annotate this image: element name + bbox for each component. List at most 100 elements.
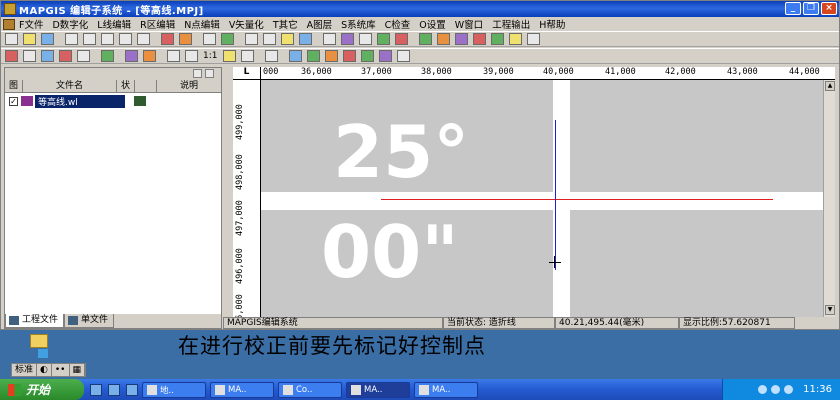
file-row[interactable]: ✓ 等高线.wl — [5, 94, 221, 108]
region-icon[interactable] — [509, 33, 522, 45]
menu-check[interactable]: C检查 — [385, 17, 411, 31]
ime-tray-icon[interactable] — [784, 385, 794, 394]
app-icon[interactable] — [4, 3, 16, 15]
title-bar[interactable]: MAPGIS 编辑子系统 - [等高线.MPJ] _ ❐ × — [1, 1, 839, 17]
panel-pin-icon[interactable] — [193, 69, 202, 78]
menu-file[interactable]: F文件 — [19, 17, 43, 31]
ie-icon[interactable] — [90, 383, 102, 396]
col-visible[interactable] — [135, 80, 157, 92]
cut-region-icon[interactable] — [59, 50, 72, 62]
network-icon[interactable] — [361, 50, 375, 62]
flag-icon[interactable] — [395, 33, 408, 45]
input-line-icon[interactable] — [289, 50, 303, 62]
delete-node-icon[interactable] — [437, 33, 450, 45]
split-line-icon[interactable] — [455, 33, 468, 45]
ime-punct-button[interactable]: •• — [52, 364, 70, 376]
ruler-corner[interactable]: L — [233, 67, 261, 80]
row-filename[interactable]: 等高线.wl — [35, 94, 125, 108]
measure-icon[interactable] — [263, 33, 276, 45]
menu-digitize[interactable]: D数字化 — [52, 17, 88, 31]
zoom-window-icon[interactable] — [223, 50, 237, 62]
start-button[interactable]: 开始 — [0, 379, 84, 400]
task-1[interactable]: 地.. — [142, 381, 206, 398]
menu-region-edit[interactable]: R区编辑 — [140, 17, 175, 31]
ime-halfwidth-button[interactable]: ◐ — [37, 364, 52, 376]
close-button[interactable]: × — [821, 2, 837, 15]
snap-icon[interactable] — [143, 50, 156, 62]
menu-vectorize[interactable]: V矢量化 — [229, 17, 264, 31]
map-canvas[interactable]: 25° 00" — [261, 80, 823, 317]
menu-line-edit[interactable]: L线编辑 — [97, 17, 131, 31]
clock[interactable]: 11:36 — [803, 384, 832, 395]
col-filename[interactable]: 文件名 — [23, 80, 117, 92]
open-folder-icon[interactable] — [23, 33, 36, 45]
col-layer-icon[interactable]: 图 — [5, 80, 23, 92]
pan-hand-icon[interactable] — [241, 50, 255, 62]
line-icon[interactable] — [359, 33, 372, 45]
menu-window[interactable]: W窗口 — [455, 17, 483, 31]
undo-icon[interactable] — [119, 33, 132, 45]
highlight-icon[interactable] — [281, 33, 294, 45]
zoom-1-1-button[interactable]: 1:1 — [203, 51, 217, 61]
refresh-icon[interactable] — [265, 50, 279, 62]
link-icon[interactable] — [343, 50, 357, 62]
label-icon[interactable] — [379, 50, 393, 62]
restore-button[interactable]: ❐ — [803, 2, 819, 15]
edit-status-icon[interactable] — [134, 96, 146, 106]
task-2[interactable]: MA.. — [210, 381, 274, 398]
join-line-icon[interactable] — [473, 33, 486, 45]
scroll-down-icon[interactable]: ▼ — [825, 305, 835, 315]
grid-icon[interactable] — [491, 33, 504, 45]
menu-layer[interactable]: A图层 — [307, 17, 333, 31]
menu-output[interactable]: 工程输出 — [492, 17, 530, 31]
task-3[interactable]: Co.. — [278, 381, 342, 398]
col-status[interactable]: 状 — [117, 80, 135, 92]
vertical-scrollbar[interactable]: ▲ ▼ — [823, 80, 835, 317]
row-checkbox[interactable]: ✓ — [9, 96, 18, 106]
cut-line-icon[interactable] — [41, 50, 54, 62]
copy-icon[interactable] — [83, 33, 96, 45]
new-file-icon[interactable] — [5, 33, 18, 45]
col-description[interactable]: 说明 — [157, 80, 221, 92]
desktop-icon[interactable] — [126, 383, 138, 396]
zoom-in-icon[interactable] — [167, 50, 180, 62]
menu-other[interactable]: T其它 — [273, 17, 298, 31]
move-icon[interactable] — [125, 50, 138, 62]
cut-icon[interactable] — [23, 50, 36, 62]
cut-point-icon[interactable] — [77, 50, 90, 62]
ime-mode-button[interactable]: 标准 — [12, 364, 38, 376]
paste-icon[interactable] — [101, 33, 114, 45]
network-tray-icon[interactable] — [758, 385, 768, 394]
minimize-button[interactable]: _ — [785, 2, 801, 15]
pen-tool-icon[interactable] — [203, 33, 216, 45]
task-5[interactable]: MA.. — [414, 381, 478, 398]
volume-tray-icon[interactable] — [771, 385, 781, 394]
input-point-icon[interactable] — [325, 50, 339, 62]
paste-line-icon[interactable] — [101, 50, 114, 62]
panel-close-icon[interactable] — [205, 69, 214, 78]
menu-point-edit[interactable]: N点编辑 — [184, 17, 220, 31]
layer-tool-icon[interactable] — [179, 33, 192, 45]
task-4[interactable]: MA.. — [346, 381, 410, 398]
shortcut-icon[interactable] — [38, 349, 48, 358]
menu-settings[interactable]: O设置 — [419, 17, 445, 31]
select-tool-icon[interactable] — [245, 33, 258, 45]
attribute-icon[interactable] — [527, 33, 540, 45]
edit-label-icon[interactable] — [397, 50, 411, 62]
scissors-icon[interactable] — [323, 33, 336, 45]
polygon-icon[interactable] — [377, 33, 390, 45]
save-all-icon[interactable] — [65, 33, 78, 45]
node-icon[interactable] — [341, 33, 354, 45]
node-edit-icon[interactable] — [419, 33, 432, 45]
tab-project-file[interactable]: 工程文件 — [5, 314, 65, 328]
zoom-out-icon[interactable] — [185, 50, 198, 62]
menu-system-lib[interactable]: S系统库 — [341, 17, 376, 31]
print-icon[interactable] — [161, 33, 174, 45]
tab-single-file[interactable]: 单文件 — [64, 314, 115, 328]
scroll-up-icon[interactable]: ▲ — [825, 81, 835, 91]
ime-keyboard-button[interactable]: ▦ — [70, 364, 86, 376]
save-icon[interactable] — [41, 33, 54, 45]
folder-icon[interactable] — [30, 334, 48, 348]
menu-help[interactable]: H帮助 — [539, 17, 565, 31]
help-pointer-icon[interactable] — [137, 33, 150, 45]
